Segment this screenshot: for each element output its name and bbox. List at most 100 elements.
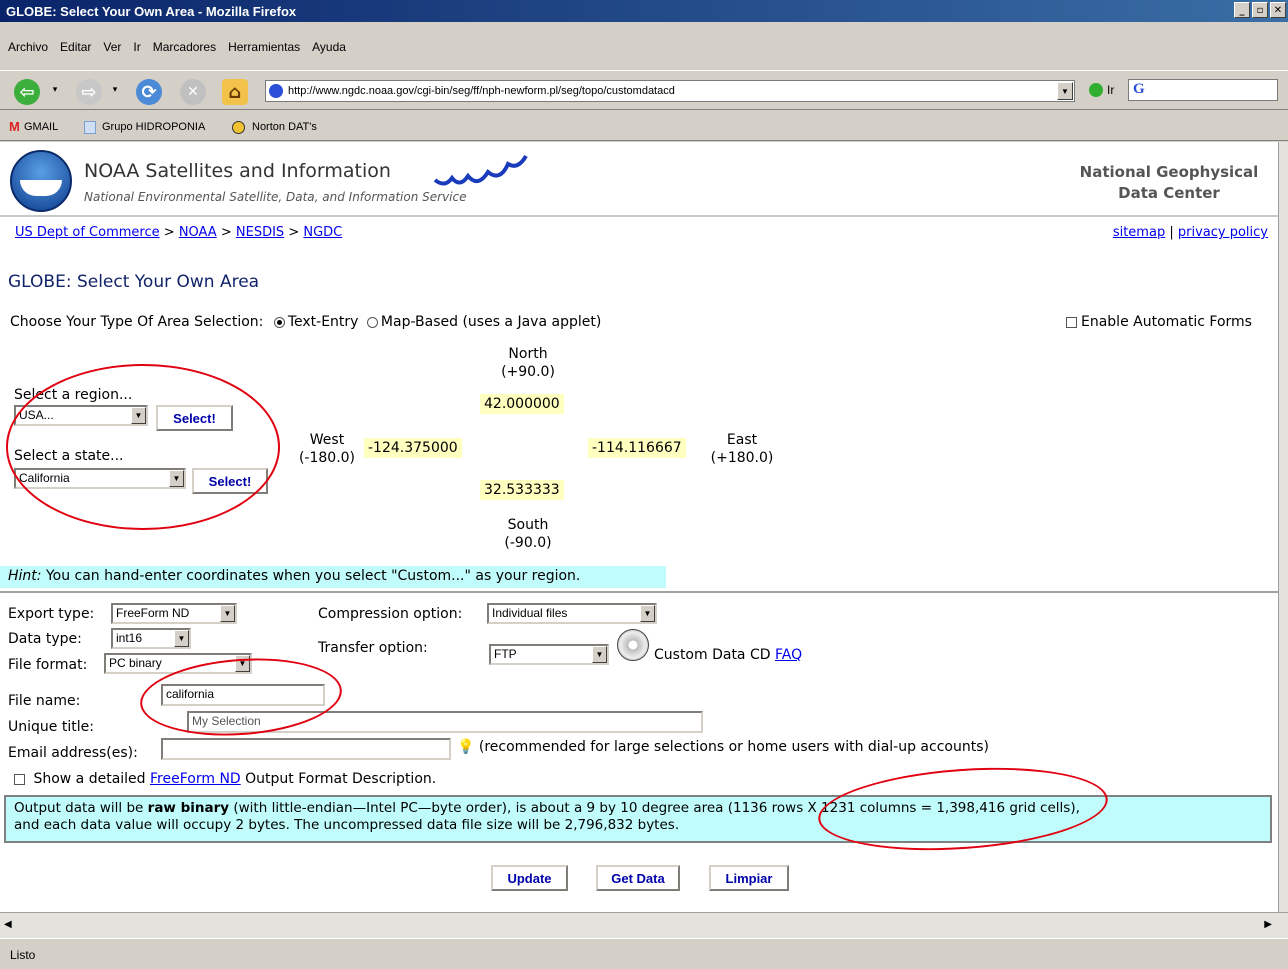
privacy-link[interactable]: privacy policy	[1178, 225, 1268, 240]
map-based-radio[interactable]	[366, 316, 378, 328]
transfer-select[interactable]: FTP ▼	[489, 644, 609, 665]
chevron-down-icon: ▼	[220, 605, 235, 622]
lightbulb-icon: 💡	[457, 739, 475, 755]
west-range: (-180.0)	[298, 450, 356, 466]
page-icon	[84, 121, 96, 134]
text-entry-radio[interactable]	[273, 316, 285, 328]
text-entry-label: Text-Entry	[287, 314, 359, 330]
west-label: West	[309, 432, 345, 448]
breadcrumb-sep: >	[288, 225, 300, 240]
menu-marcadores[interactable]: Marcadores	[153, 38, 216, 60]
reload-icon[interactable]: ⟳	[136, 79, 162, 105]
menu-ir[interactable]: Ir	[133, 38, 140, 60]
data-type-select[interactable]: int16 ▼	[111, 628, 191, 649]
chevron-down-icon: ▼	[592, 646, 607, 663]
back-icon[interactable]: ⇦	[14, 79, 40, 105]
menu-editar[interactable]: Editar	[60, 38, 91, 60]
scroll-right-icon[interactable]: ▶	[1264, 919, 1272, 930]
breadcrumb: US Dept of Commerce > NOAA > NESDIS > NG…	[15, 225, 342, 240]
show-format-checkbox[interactable]	[14, 773, 25, 785]
faq-link[interactable]: FAQ	[775, 647, 802, 663]
menu-archivo[interactable]: Archivo	[8, 38, 48, 60]
north-label: North	[508, 346, 548, 362]
hint-label: Hint:	[8, 568, 42, 584]
area-type-row: Choose Your Type Of Area Selection: Text…	[10, 314, 601, 330]
hint-text: You can hand-enter coordinates when you …	[45, 568, 581, 584]
annotation-ellipse-region	[6, 364, 280, 530]
west-caption: West (-180.0)	[287, 431, 367, 467]
chevron-down-icon: ▼	[640, 605, 655, 622]
forward-icon[interactable]: ⇨	[76, 79, 102, 105]
transfer-label: Transfer option:	[318, 640, 428, 656]
navigation-toolbar: ⇦ ▾ ⇨ ▾ ⟳ ✕ ⌂ http://www.ngdc.noaa.gov/c…	[0, 70, 1288, 110]
east-caption: East (+180.0)	[702, 431, 782, 467]
breadcrumb-commerce[interactable]: US Dept of Commerce	[15, 225, 160, 240]
ngdc-title-line2: Data Center	[1118, 184, 1220, 202]
breadcrumb-nesdis[interactable]: NESDIS	[236, 225, 284, 240]
email-note-row: 💡 (recommended for large selections or h…	[457, 739, 989, 755]
south-caption: South (-90.0)	[486, 516, 570, 552]
email-input[interactable]	[161, 738, 451, 760]
chevron-down-icon: ▼	[174, 630, 189, 647]
breadcrumb-sep: >	[220, 225, 232, 240]
clear-button[interactable]: Limpiar	[709, 865, 789, 891]
waves-logo-icon	[433, 154, 528, 186]
south-input[interactable]: 32.533333	[480, 480, 564, 500]
top-links-divider: |	[1169, 225, 1174, 240]
horizontal-scrollbar[interactable]: ◀ ▶	[0, 912, 1288, 938]
file-name-label: File name:	[8, 693, 81, 709]
west-input[interactable]: -124.375000	[364, 438, 462, 458]
cd-icon	[617, 629, 649, 661]
search-box[interactable]: G	[1128, 79, 1278, 101]
bookmark-norton[interactable]: Norton DAT's	[252, 121, 317, 133]
window-title: GLOBE: Select Your Own Area - Mozilla Fi…	[6, 4, 297, 19]
vertical-scrollbar[interactable]	[1278, 142, 1288, 912]
home-icon[interactable]: ⌂	[222, 79, 248, 105]
auto-forms-row: Enable Automatic Forms	[1066, 314, 1252, 330]
go-icon[interactable]	[1089, 83, 1103, 97]
data-type-value: int16	[116, 631, 143, 645]
update-button[interactable]: Update	[491, 865, 568, 891]
south-label: South	[507, 517, 549, 533]
north-input[interactable]: 42.000000	[480, 394, 564, 414]
auto-forms-label: Enable Automatic Forms	[1081, 314, 1252, 330]
minimize-icon[interactable]: _	[1234, 2, 1250, 18]
south-range: (-90.0)	[504, 535, 552, 551]
email-label: Email address(es):	[8, 745, 138, 761]
breadcrumb-sep: >	[163, 225, 175, 240]
breadcrumb-noaa[interactable]: NOAA	[179, 225, 217, 240]
stop-icon[interactable]: ✕	[180, 79, 206, 105]
menu-herramientas[interactable]: Herramientas	[228, 38, 300, 60]
export-type-select[interactable]: FreeForm ND ▼	[111, 603, 237, 624]
get-data-button[interactable]: Get Data	[596, 865, 680, 891]
close-icon[interactable]: ✕	[1270, 2, 1286, 18]
compression-select[interactable]: Individual files ▼	[487, 603, 657, 624]
bookmark-hidroponia[interactable]: Grupo HIDROPONIA	[102, 121, 205, 133]
status-bar: Listo	[0, 938, 1288, 969]
breadcrumb-ngdc[interactable]: NGDC	[303, 225, 342, 240]
file-format-value: PC binary	[109, 656, 162, 670]
north-caption: North (+90.0)	[486, 345, 570, 381]
url-bar[interactable]: http://www.ngdc.noaa.gov/cgi-bin/seg/ff/…	[265, 80, 1075, 102]
compression-value: Individual files	[492, 606, 568, 620]
url-dropdown-icon[interactable]: ▼	[1057, 82, 1073, 100]
menu-ayuda[interactable]: Ayuda	[312, 38, 346, 60]
forward-dropdown-icon[interactable]: ▾	[108, 83, 122, 97]
menu-ver[interactable]: Ver	[103, 38, 121, 60]
show-format-row: Show a detailed FreeForm ND Output Forma…	[14, 771, 436, 787]
map-based-label: Map-Based (uses a Java applet)	[380, 314, 602, 330]
freeform-link[interactable]: FreeForm ND	[150, 771, 241, 787]
go-button[interactable]: Ir	[1107, 83, 1114, 97]
bookmark-gmail[interactable]: GMAIL	[24, 121, 58, 133]
output-text-1: Output data will be	[14, 800, 144, 816]
east-label: East	[726, 432, 758, 448]
scroll-left-icon[interactable]: ◀	[4, 919, 12, 930]
maximize-icon[interactable]: ▫	[1252, 2, 1268, 18]
east-input[interactable]: -114.116667	[588, 438, 686, 458]
export-type-label: Export type:	[8, 606, 95, 622]
cd-row: Custom Data CD FAQ	[654, 647, 802, 663]
back-dropdown-icon[interactable]: ▾	[48, 83, 62, 97]
auto-forms-checkbox[interactable]	[1066, 316, 1077, 328]
email-note: (recommended for large selections or hom…	[478, 739, 989, 755]
sitemap-link[interactable]: sitemap	[1113, 225, 1165, 240]
